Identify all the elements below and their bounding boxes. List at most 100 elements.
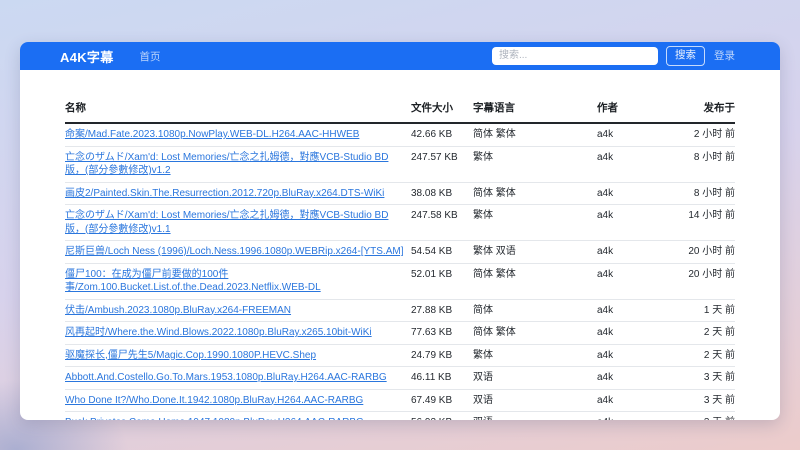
column-header: 作者 (597, 94, 661, 123)
column-header: 文件大小 (411, 94, 473, 123)
languages-cell: 双语 (473, 389, 597, 412)
languages-cell: 简体 繁体 (473, 322, 597, 345)
file-size-cell: 27.88 KB (411, 299, 473, 322)
author-cell: a4k (597, 299, 661, 322)
published-at-cell: 8 小时 前 (661, 146, 735, 182)
languages-cell: 简体 (473, 299, 597, 322)
subtitle-link[interactable]: Who Done It?/Who.Done.It.1942.1080p.BluR… (65, 395, 363, 406)
author-cell: a4k (597, 367, 661, 390)
name-cell: 亡念のザムド/Xam'd: Lost Memories/亡念之扎姆德，對應VCB… (65, 146, 411, 182)
file-size-cell: 42.66 KB (411, 123, 473, 146)
file-size-cell: 52.01 KB (411, 263, 473, 299)
file-size-cell: 67.49 KB (411, 389, 473, 412)
author-cell: a4k (597, 182, 661, 205)
main-card: A4K字幕 首页 搜索 登录 名称文件大小字幕语言作者发布于 命案/Mad.Fa… (20, 42, 780, 420)
file-size-cell: 46.11 KB (411, 367, 473, 390)
author-cell: a4k (597, 241, 661, 264)
name-cell: 命案/Mad.Fate.2023.1080p.NowPlay.WEB-DL.H2… (65, 123, 411, 146)
table-row: 亡念のザムド/Xam'd: Lost Memories/亡念之扎姆德，對應VCB… (65, 205, 735, 241)
table-header-row: 名称文件大小字幕语言作者发布于 (65, 94, 735, 123)
table-row: 风再起时/Where.the.Wind.Blows.2022.1080p.Blu… (65, 322, 735, 345)
name-cell: 僵尸100：在成为僵尸前要做的100件事/Zom.100.Bucket.List… (65, 263, 411, 299)
file-size-cell: 247.57 KB (411, 146, 473, 182)
subtitle-link[interactable]: 画皮2/Painted.Skin.The.Resurrection.2012.7… (65, 188, 384, 199)
languages-cell: 双语 (473, 412, 597, 421)
subtitle-link[interactable]: 尼斯巨兽/Loch Ness (1996)/Loch.Ness.1996.108… (65, 246, 403, 257)
content-area: 名称文件大小字幕语言作者发布于 命案/Mad.Fate.2023.1080p.N… (20, 70, 780, 420)
published-at-cell: 3 天 前 (661, 412, 735, 421)
author-cell: a4k (597, 123, 661, 146)
name-cell: 画皮2/Painted.Skin.The.Resurrection.2012.7… (65, 182, 411, 205)
table-row: Buck.Privates.Come.Home.1947.1080p.BluRa… (65, 412, 735, 421)
published-at-cell: 3 天 前 (661, 367, 735, 390)
file-size-cell: 24.79 KB (411, 344, 473, 367)
author-cell: a4k (597, 344, 661, 367)
table-row: 驱魔探长,僵尸先生5/Magic.Cop.1990.1080P.HEVC.She… (65, 344, 735, 367)
name-cell: 尼斯巨兽/Loch Ness (1996)/Loch.Ness.1996.108… (65, 241, 411, 264)
name-cell: Abbott.And.Costello.Go.To.Mars.1953.1080… (65, 367, 411, 390)
published-at-cell: 2 小时 前 (661, 123, 735, 146)
name-cell: 伏击/Ambush.2023.1080p.BluRay.x264-FREEMAN (65, 299, 411, 322)
languages-cell: 双语 (473, 367, 597, 390)
published-at-cell: 20 小时 前 (661, 263, 735, 299)
name-cell: Buck.Privates.Come.Home.1947.1080p.BluRa… (65, 412, 411, 421)
file-size-cell: 247.58 KB (411, 205, 473, 241)
subtitle-link[interactable]: 风再起时/Where.the.Wind.Blows.2022.1080p.Blu… (65, 327, 372, 338)
subtitle-link[interactable]: Abbott.And.Costello.Go.To.Mars.1953.1080… (65, 372, 387, 383)
languages-cell: 繁体 双语 (473, 241, 597, 264)
subtitle-link[interactable]: 亡念のザムド/Xam'd: Lost Memories/亡念之扎姆德，對應VCB… (65, 152, 388, 177)
nav-home-link[interactable]: 首页 (140, 49, 161, 64)
subtitle-link[interactable]: Buck.Privates.Come.Home.1947.1080p.BluRa… (65, 417, 364, 420)
search-button[interactable]: 搜索 (666, 46, 705, 66)
brand[interactable]: A4K字幕 (60, 47, 114, 66)
author-cell: a4k (597, 263, 661, 299)
table-row: 僵尸100：在成为僵尸前要做的100件事/Zom.100.Bucket.List… (65, 263, 735, 299)
file-size-cell: 56.93 KB (411, 412, 473, 421)
table-row: 伏击/Ambush.2023.1080p.BluRay.x264-FREEMAN… (65, 299, 735, 322)
languages-cell: 简体 繁体 (473, 263, 597, 299)
name-cell: Who Done It?/Who.Done.It.1942.1080p.BluR… (65, 389, 411, 412)
published-at-cell: 14 小时 前 (661, 205, 735, 241)
table-row: Abbott.And.Costello.Go.To.Mars.1953.1080… (65, 367, 735, 390)
published-at-cell: 3 天 前 (661, 389, 735, 412)
column-header: 名称 (65, 94, 411, 123)
languages-cell: 简体 繁体 (473, 123, 597, 146)
column-header: 字幕语言 (473, 94, 597, 123)
file-size-cell: 38.08 KB (411, 182, 473, 205)
file-size-cell: 77.63 KB (411, 322, 473, 345)
table-row: 命案/Mad.Fate.2023.1080p.NowPlay.WEB-DL.H2… (65, 123, 735, 146)
author-cell: a4k (597, 322, 661, 345)
name-cell: 风再起时/Where.the.Wind.Blows.2022.1080p.Blu… (65, 322, 411, 345)
published-at-cell: 2 天 前 (661, 344, 735, 367)
subtitle-link[interactable]: 命案/Mad.Fate.2023.1080p.NowPlay.WEB-DL.H2… (65, 129, 359, 140)
author-cell: a4k (597, 205, 661, 241)
table-row: 画皮2/Painted.Skin.The.Resurrection.2012.7… (65, 182, 735, 205)
languages-cell: 繁体 (473, 205, 597, 241)
published-at-cell: 20 小时 前 (661, 241, 735, 264)
subtitle-link[interactable]: 伏击/Ambush.2023.1080p.BluRay.x264-FREEMAN (65, 305, 291, 316)
table-row: 亡念のザムド/Xam'd: Lost Memories/亡念之扎姆德，對應VCB… (65, 146, 735, 182)
table-row: 尼斯巨兽/Loch Ness (1996)/Loch.Ness.1996.108… (65, 241, 735, 264)
languages-cell: 繁体 (473, 344, 597, 367)
navbar-right-group: 搜索 登录 (492, 46, 735, 66)
author-cell: a4k (597, 412, 661, 421)
languages-cell: 简体 繁体 (473, 182, 597, 205)
column-header: 发布于 (661, 94, 735, 123)
name-cell: 亡念のザムド/Xam'd: Lost Memories/亡念之扎姆德，對應VCB… (65, 205, 411, 241)
file-size-cell: 54.54 KB (411, 241, 473, 264)
table-row: Who Done It?/Who.Done.It.1942.1080p.BluR… (65, 389, 735, 412)
subtitle-link[interactable]: 驱魔探长,僵尸先生5/Magic.Cop.1990.1080P.HEVC.She… (65, 350, 316, 361)
author-cell: a4k (597, 389, 661, 412)
navbar: A4K字幕 首页 搜索 登录 (20, 42, 780, 70)
published-at-cell: 2 天 前 (661, 322, 735, 345)
author-cell: a4k (597, 146, 661, 182)
login-link[interactable]: 登录 (714, 48, 735, 63)
subtitles-table: 名称文件大小字幕语言作者发布于 命案/Mad.Fate.2023.1080p.N… (65, 94, 735, 420)
search-input[interactable] (492, 47, 658, 65)
subtitle-link[interactable]: 僵尸100：在成为僵尸前要做的100件事/Zom.100.Bucket.List… (65, 269, 321, 294)
published-at-cell: 8 小时 前 (661, 182, 735, 205)
published-at-cell: 1 天 前 (661, 299, 735, 322)
subtitle-link[interactable]: 亡念のザムド/Xam'd: Lost Memories/亡念之扎姆德，對應VCB… (65, 210, 388, 235)
name-cell: 驱魔探长,僵尸先生5/Magic.Cop.1990.1080P.HEVC.She… (65, 344, 411, 367)
languages-cell: 繁体 (473, 146, 597, 182)
